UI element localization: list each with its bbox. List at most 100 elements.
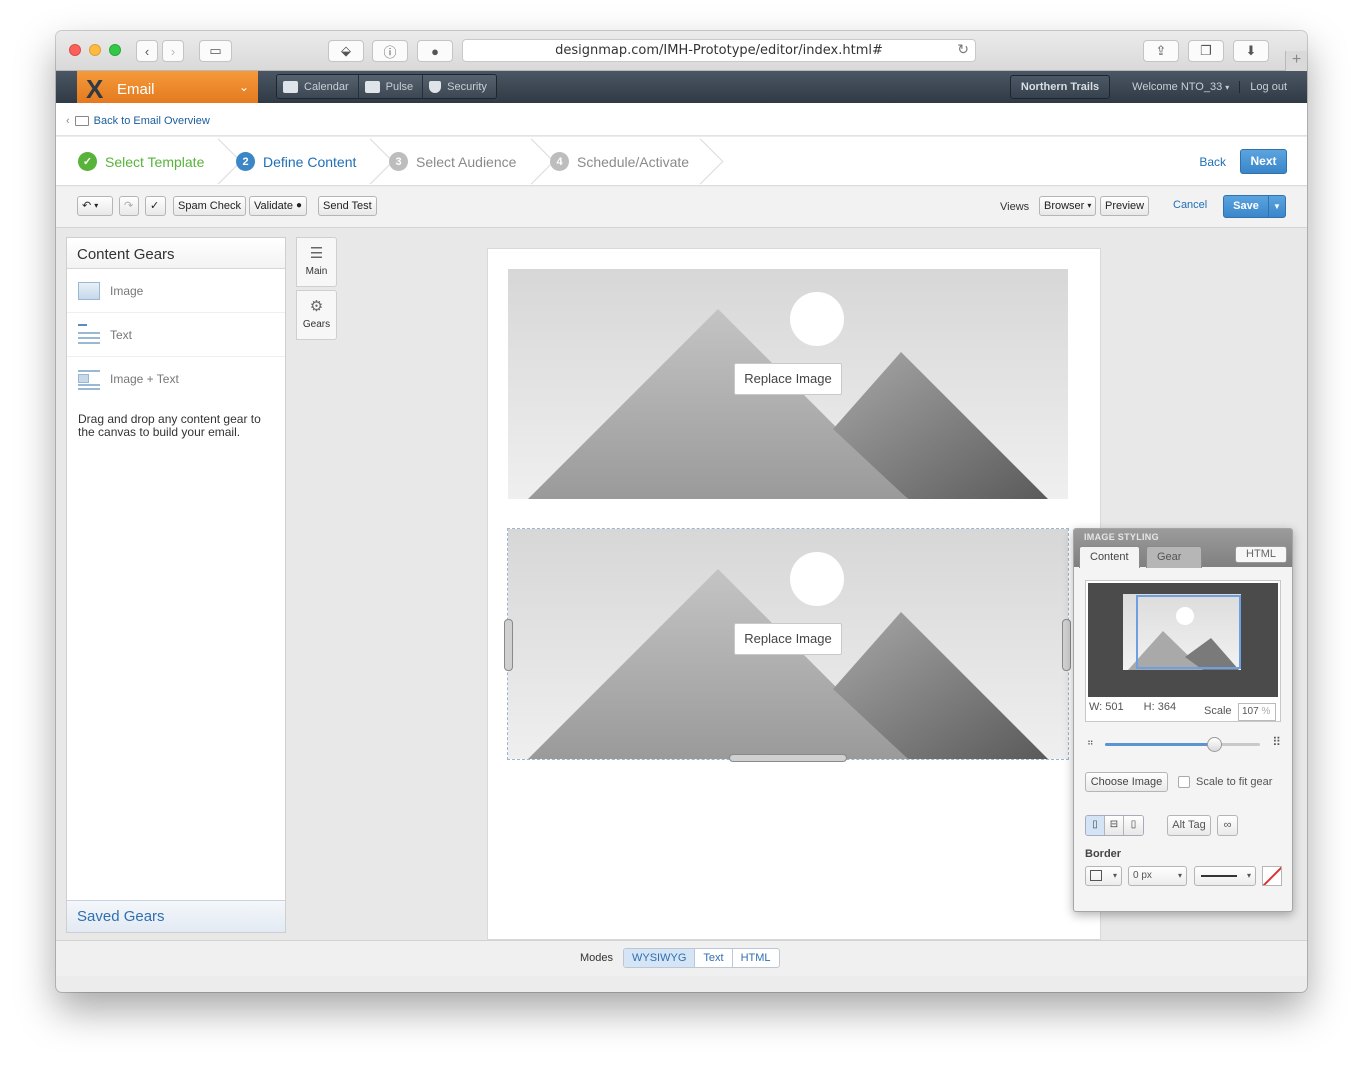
downloads-icon[interactable]: ⬇ xyxy=(1233,40,1269,62)
new-tab-icon[interactable]: + xyxy=(1285,51,1307,71)
alignment-buttons: ▯ ⊟ ▯ xyxy=(1085,815,1144,836)
save-options-caret-icon[interactable]: ▼ xyxy=(1269,196,1285,217)
tab-content[interactable]: Content xyxy=(1079,546,1140,568)
validate-label: Validate xyxy=(254,200,293,212)
scale-slider-knob[interactable] xyxy=(1206,737,1222,752)
image-text-gear-icon xyxy=(78,370,100,388)
align-left-icon[interactable]: ▯ xyxy=(1086,816,1105,835)
pulse-icon xyxy=(364,80,380,93)
scale-input[interactable]: 107 % xyxy=(1238,703,1276,721)
zoom-out-icon: ⠶ xyxy=(1087,737,1094,747)
reload-icon[interactable]: ↻ xyxy=(957,40,969,61)
zoom-window-button[interactable] xyxy=(109,44,121,56)
browser-view-select[interactable]: Browser ▾ xyxy=(1039,196,1097,216)
gear-image-text[interactable]: Image + Text xyxy=(67,357,285,401)
mode-text[interactable]: Text xyxy=(695,949,733,967)
step-schedule-activate[interactable]: 4 Schedule/Activate xyxy=(550,137,689,186)
undo-button[interactable]: ↶ ▾ xyxy=(77,196,113,216)
resize-handle-bottom[interactable] xyxy=(729,754,847,762)
redo-button[interactable]: ↷ xyxy=(119,196,139,216)
sidebar-toggle-icon[interactable]: ▭ xyxy=(199,40,232,62)
gear-text[interactable]: Text xyxy=(67,313,285,357)
solid-line-icon xyxy=(1201,875,1237,877)
editor-toolbar: ↶ ▾ ↷ ✓ Spam Check Validate ● Send Test Vi… xyxy=(56,187,1307,228)
mode-wysiwyg[interactable]: WYSIWYG xyxy=(624,949,696,967)
cancel-link[interactable]: Cancel xyxy=(1173,199,1207,211)
scale-slider-track[interactable] xyxy=(1105,737,1260,752)
nav-security[interactable]: Security xyxy=(423,75,496,98)
send-test-button[interactable]: Send Test xyxy=(318,196,377,216)
next-button[interactable]: Next xyxy=(1240,149,1287,174)
share-icon[interactable]: ⇪ xyxy=(1143,40,1179,62)
back-to-overview-link[interactable]: ‹ Back to Email Overview xyxy=(66,115,210,127)
list-icon xyxy=(74,116,89,126)
link-icon[interactable]: ∞ xyxy=(1217,815,1238,836)
tab-html[interactable]: HTML xyxy=(1235,546,1287,563)
header-right: Northern Trails Welcome NTO_33 ▾ Log out xyxy=(1009,74,1307,99)
step-separator xyxy=(529,137,545,186)
step-number: 2 xyxy=(236,152,255,171)
close-window-button[interactable] xyxy=(69,44,81,56)
scale-to-fit-checkbox[interactable] xyxy=(1178,776,1190,788)
views-label: Views xyxy=(1000,201,1030,213)
forward-nav-icon[interactable]: › xyxy=(162,40,184,62)
replace-image-button[interactable]: Replace Image xyxy=(734,363,842,395)
caret-down-icon: ▾ xyxy=(1246,871,1251,880)
border-line-select[interactable]: ▾ xyxy=(1194,866,1256,886)
preview-button[interactable]: Preview xyxy=(1100,196,1150,216)
tabs-overview-icon[interactable]: ❐ xyxy=(1188,40,1224,62)
height-value: H: 364 xyxy=(1143,701,1177,713)
nav-calendar-label: Calendar xyxy=(304,80,349,93)
nav-pulse[interactable]: Pulse xyxy=(358,75,424,98)
choose-image-button[interactable]: Choose Image xyxy=(1085,772,1168,792)
replace-image-button[interactable]: Replace Image xyxy=(734,623,842,655)
pocket-icon[interactable]: ⬙ xyxy=(328,40,364,62)
resize-handle-left[interactable] xyxy=(504,619,513,671)
modes-bar: Modes WYSIWYG Text HTML xyxy=(56,940,1307,976)
panel-header: IMAGE STYLING Content Gear HTML xyxy=(1074,529,1292,568)
tab-gear[interactable]: Gear xyxy=(1146,546,1202,568)
alt-tag-button[interactable]: Alt Tag xyxy=(1167,815,1211,836)
validate-button[interactable]: Validate ● xyxy=(249,196,307,216)
chevron-down-icon: ⌄ xyxy=(238,80,249,94)
image-gear-2-selected[interactable]: Replace Image xyxy=(507,528,1069,760)
align-right-icon[interactable]: ▯ xyxy=(1124,816,1143,835)
tab-main[interactable]: ☰ Main xyxy=(296,237,337,287)
mode-html[interactable]: HTML xyxy=(733,949,779,967)
step-define-content[interactable]: 2 Define Content xyxy=(236,137,356,186)
logout-link[interactable]: Log out xyxy=(1240,81,1307,93)
password-icon[interactable]: ⓘ xyxy=(372,40,408,62)
tab-gears[interactable]: ⚙ Gears xyxy=(296,290,337,340)
browser-view-label: Browser xyxy=(1044,200,1085,212)
resize-handle-right[interactable] xyxy=(1062,619,1071,671)
saved-gears-header[interactable]: Saved Gears xyxy=(67,900,285,932)
border-label: Border xyxy=(1085,848,1122,860)
border-style-select[interactable]: ▾ xyxy=(1085,866,1122,886)
scale-value: 107 xyxy=(1242,706,1259,717)
spellcheck-button[interactable]: ✓ xyxy=(145,196,166,216)
org-button[interactable]: Northern Trails xyxy=(1009,74,1111,99)
crop-selection[interactable] xyxy=(1136,595,1241,669)
step-select-template[interactable]: ✓ Select Template xyxy=(78,137,204,186)
border-color-none-icon[interactable] xyxy=(1262,866,1282,886)
border-width-select[interactable]: 0 px ▾ xyxy=(1128,866,1187,886)
align-center-icon[interactable]: ⊟ xyxy=(1105,816,1124,835)
x-logo-icon: X xyxy=(86,74,104,104)
zoom-in-icon: ⠿ xyxy=(1272,735,1281,749)
spam-check-button[interactable]: Spam Check xyxy=(173,196,246,216)
minimize-window-button[interactable] xyxy=(89,44,101,56)
nav-calendar[interactable]: Calendar xyxy=(277,75,359,98)
calendar-icon xyxy=(283,80,298,93)
image-gear-1[interactable]: Replace Image xyxy=(508,269,1068,499)
app-nav: Calendar Pulse Security xyxy=(276,74,497,99)
user-menu[interactable]: Welcome NTO_33 ▾ xyxy=(1122,80,1241,93)
step-select-audience[interactable]: 3 Select Audience xyxy=(389,137,516,186)
gear-image[interactable]: Image xyxy=(67,269,285,313)
back-nav-icon[interactable]: ‹ xyxy=(136,40,158,62)
save-button[interactable]: Save xyxy=(1224,196,1269,217)
chevron-left-icon: ‹ xyxy=(66,115,70,127)
url-bar[interactable]: designmap.com/IMH-Prototype/editor/index… xyxy=(462,39,976,62)
extension-icon[interactable]: ● xyxy=(417,40,453,62)
crop-area[interactable] xyxy=(1088,583,1278,697)
back-link[interactable]: Back xyxy=(1199,155,1226,169)
